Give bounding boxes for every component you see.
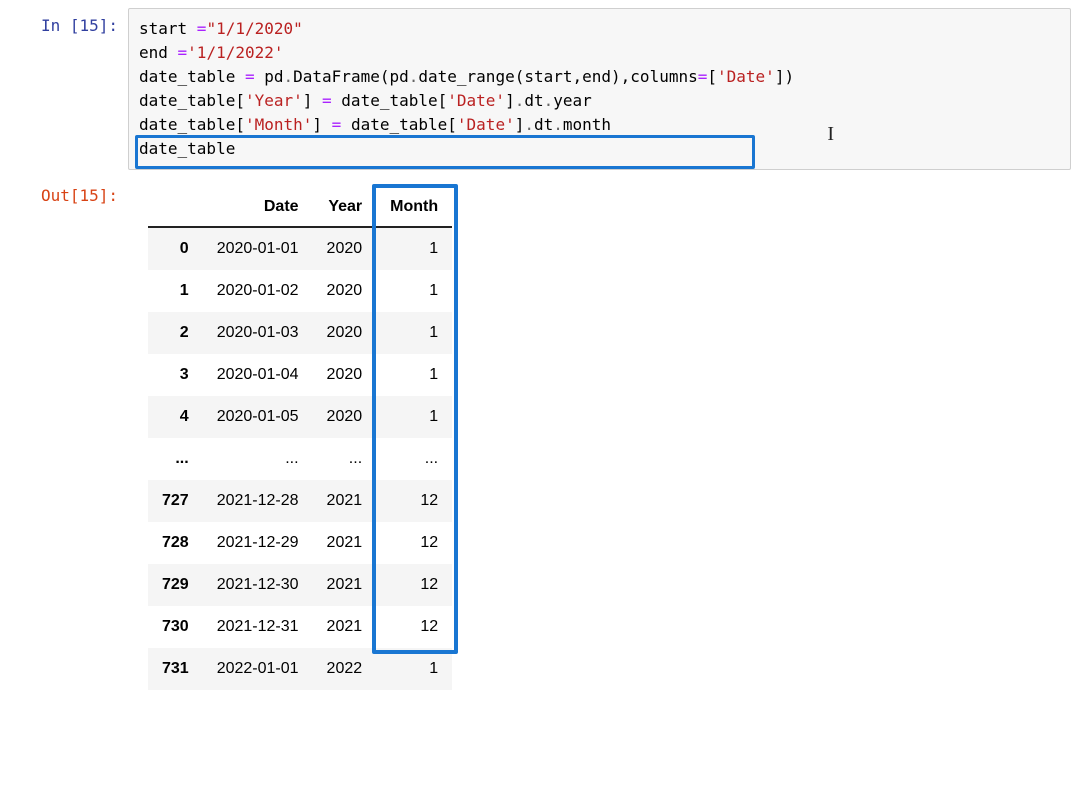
row-index: ...: [148, 438, 203, 480]
cell-date: 2021-12-28: [203, 480, 313, 522]
cell-month: 1: [376, 354, 452, 396]
row-index: 0: [148, 227, 203, 270]
output-cell: Out[15]: Date Year Month 02020-01-012020…: [8, 178, 1071, 690]
table-row: 32020-01-0420201: [148, 354, 452, 396]
cell-month: 12: [376, 480, 452, 522]
cell-year: 2021: [313, 480, 377, 522]
output-area: Date Year Month 02020-01-012020112020-01…: [128, 178, 1071, 690]
row-index: 2: [148, 312, 203, 354]
table-row: 42020-01-0520201: [148, 396, 452, 438]
cell-month: 1: [376, 648, 452, 690]
cell-month: ...: [376, 438, 452, 480]
code-line-1: start ="1/1/2020": [139, 19, 303, 38]
code-editor[interactable]: start ="1/1/2020" end ='1/1/2022' date_t…: [128, 8, 1071, 170]
cell-year: 2020: [313, 396, 377, 438]
cell-year: 2020: [313, 312, 377, 354]
cell-year: 2021: [313, 564, 377, 606]
table-row: 22020-01-0320201: [148, 312, 452, 354]
cell-month: 12: [376, 522, 452, 564]
table-row: 7292021-12-30202112: [148, 564, 452, 606]
cell-year: 2020: [313, 354, 377, 396]
row-index: 729: [148, 564, 203, 606]
table-header-row: Date Year Month: [148, 188, 452, 227]
row-index: 727: [148, 480, 203, 522]
col-month: Month: [376, 188, 452, 227]
cell-date: 2020-01-01: [203, 227, 313, 270]
cell-date: 2020-01-03: [203, 312, 313, 354]
table-row: 7282021-12-29202112: [148, 522, 452, 564]
cell-year: 2020: [313, 270, 377, 312]
cell-month: 1: [376, 227, 452, 270]
cell-date: 2020-01-04: [203, 354, 313, 396]
col-date: Date: [203, 188, 313, 227]
cell-date: 2021-12-30: [203, 564, 313, 606]
cell-date: ...: [203, 438, 313, 480]
cell-date: 2020-01-05: [203, 396, 313, 438]
input-cell: In [15]: start ="1/1/2020" end ='1/1/202…: [8, 8, 1071, 170]
row-index: 731: [148, 648, 203, 690]
row-index: 730: [148, 606, 203, 648]
code-line-5: date_table['Month'] = date_table['Date']…: [139, 115, 611, 134]
cell-month: 1: [376, 396, 452, 438]
cell-date: 2021-12-31: [203, 606, 313, 648]
table-row: 7312022-01-0120221: [148, 648, 452, 690]
cell-year: ...: [313, 438, 377, 480]
table-row: 7302021-12-31202112: [148, 606, 452, 648]
cell-month: 1: [376, 312, 452, 354]
table-row: 7272021-12-28202112: [148, 480, 452, 522]
code-line-3: date_table = pd.DataFrame(pd.date_range(…: [139, 67, 794, 86]
cell-year: 2021: [313, 522, 377, 564]
table-row: 12020-01-0220201: [148, 270, 452, 312]
cell-date: 2020-01-02: [203, 270, 313, 312]
cell-month: 12: [376, 564, 452, 606]
input-prompt: In [15]:: [8, 8, 128, 35]
cell-month: 1: [376, 270, 452, 312]
table-row: 02020-01-0120201: [148, 227, 452, 270]
row-index: 3: [148, 354, 203, 396]
cell-date: 2022-01-01: [203, 648, 313, 690]
code-line-2: end ='1/1/2022': [139, 43, 284, 62]
row-index: 728: [148, 522, 203, 564]
cell-year: 2021: [313, 606, 377, 648]
row-index: 4: [148, 396, 203, 438]
cell-date: 2021-12-29: [203, 522, 313, 564]
cell-year: 2020: [313, 227, 377, 270]
cell-year: 2022: [313, 648, 377, 690]
text-cursor-icon: I: [827, 119, 834, 149]
ellipsis-row: ............: [148, 438, 452, 480]
cell-month: 12: [376, 606, 452, 648]
dataframe-table: Date Year Month 02020-01-012020112020-01…: [148, 188, 452, 690]
code-line-6: date_table: [139, 139, 235, 158]
index-header: [148, 188, 203, 227]
row-index: 1: [148, 270, 203, 312]
col-year: Year: [313, 188, 377, 227]
code-line-4: date_table['Year'] = date_table['Date'].…: [139, 91, 592, 110]
output-prompt: Out[15]:: [8, 178, 128, 205]
